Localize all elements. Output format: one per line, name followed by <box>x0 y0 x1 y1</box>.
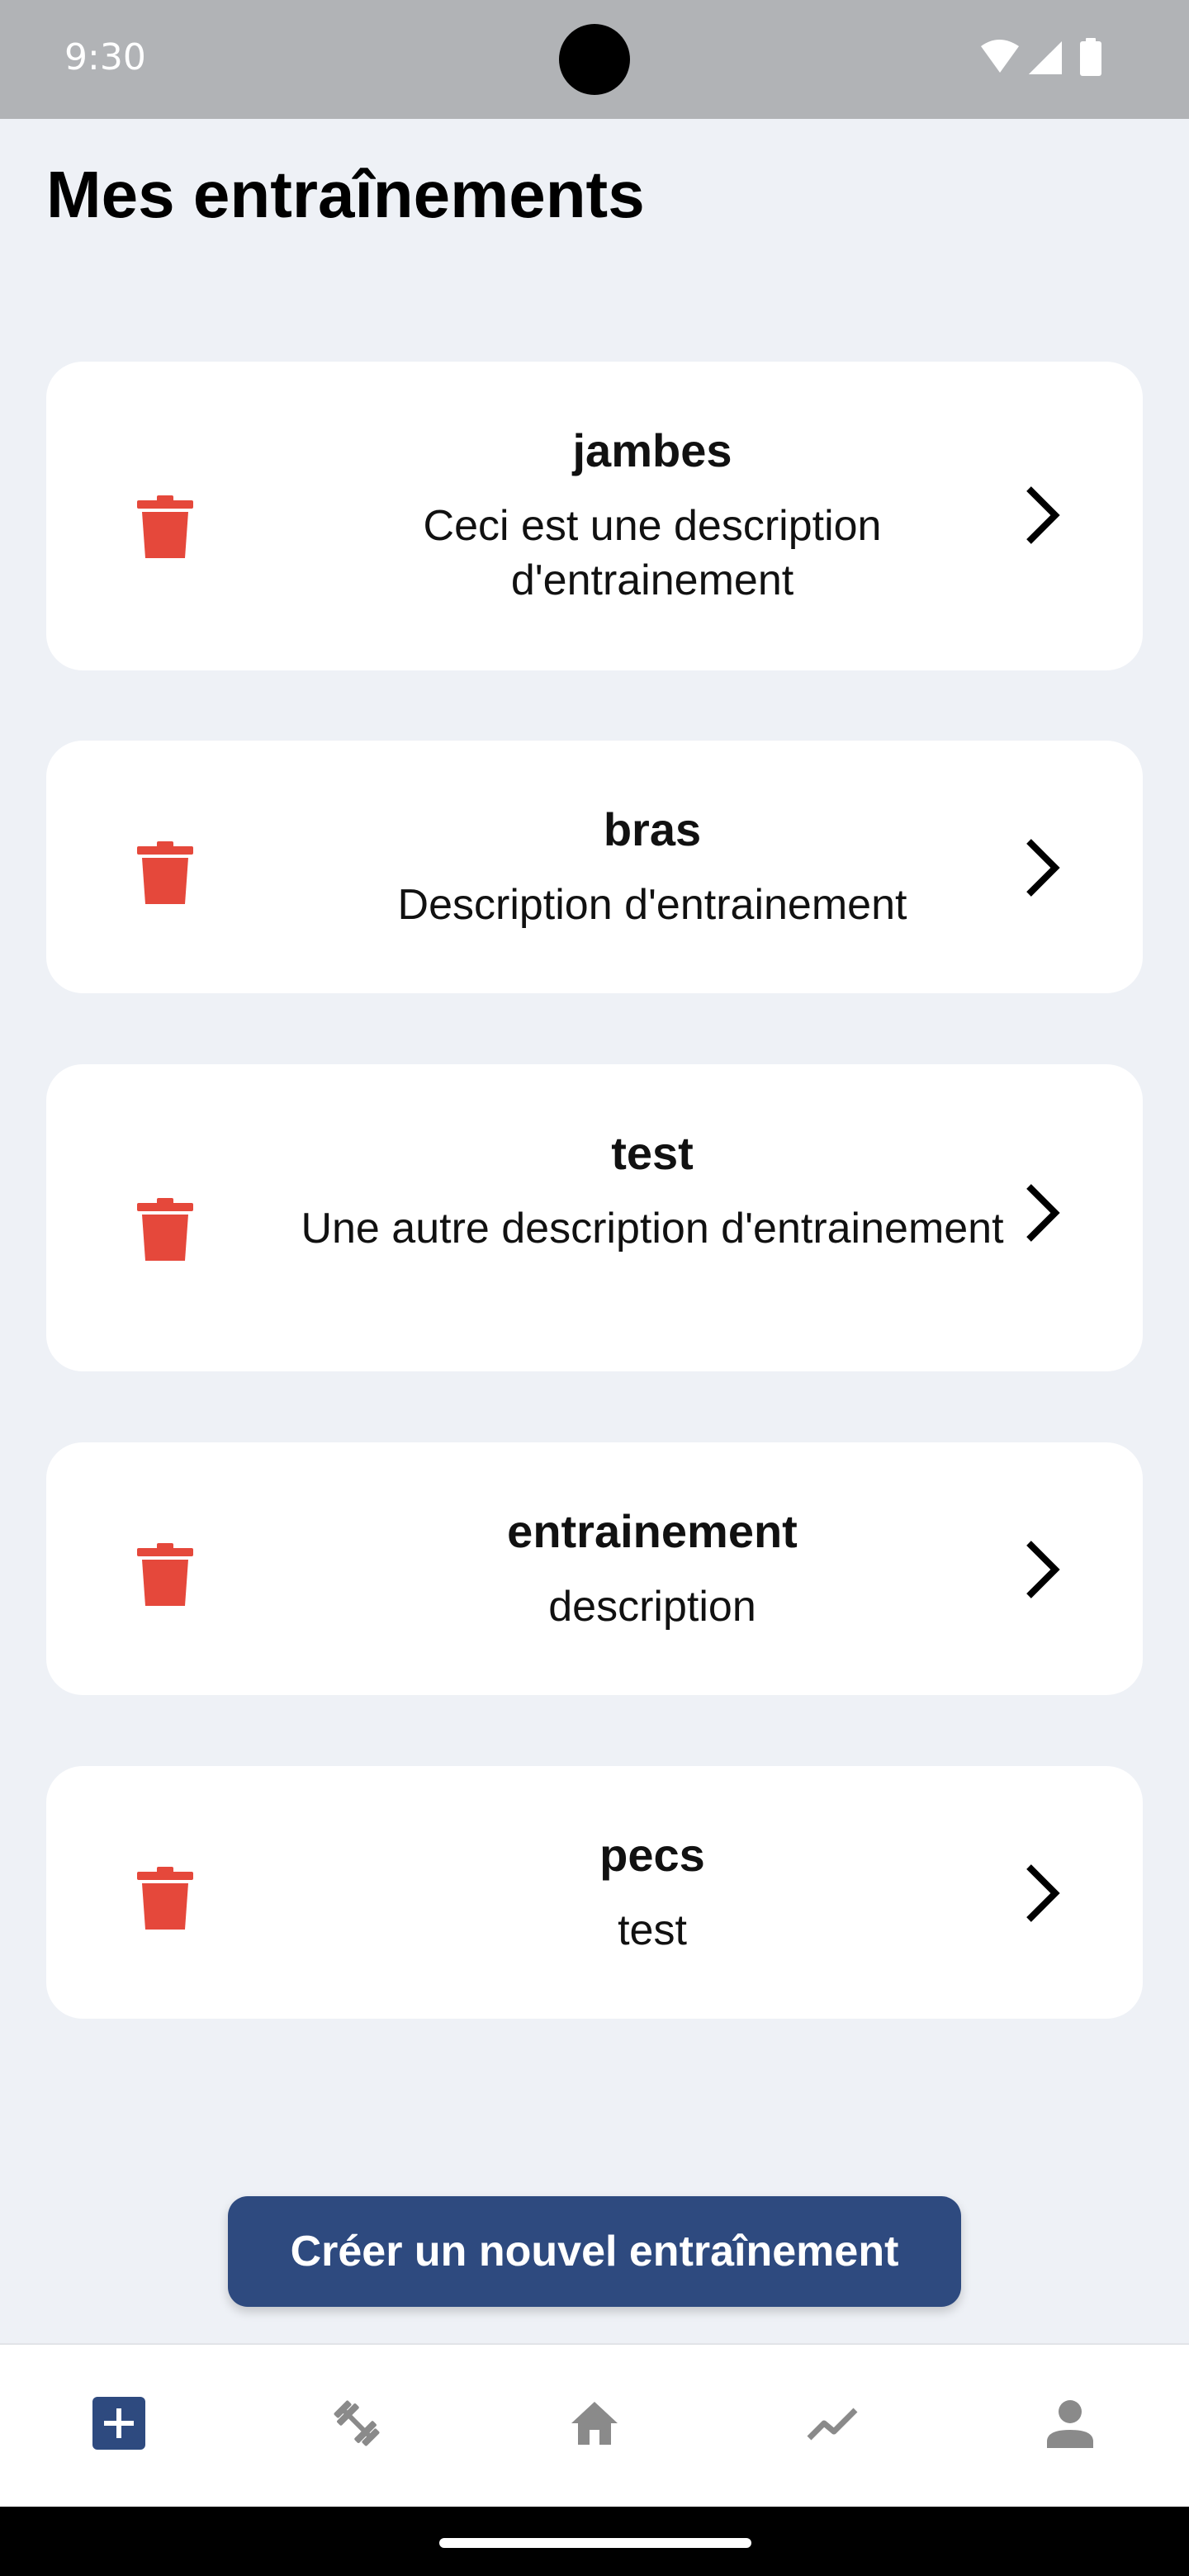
camera-cutout <box>559 24 630 95</box>
workout-description: Une autre description d'entrainement <box>301 1205 1004 1252</box>
workout-description: test <box>618 1906 687 1954</box>
trash-icon[interactable] <box>137 495 193 558</box>
workout-title: test <box>611 1127 694 1179</box>
nav-item-exercises[interactable] <box>238 2345 476 2508</box>
workout-card[interactable]: entrainement description <box>46 1442 1143 1695</box>
workout-text: bras Description d'entrainement <box>294 800 1011 932</box>
page-title: Mes entraînements <box>46 158 645 231</box>
status-icons <box>981 38 1101 76</box>
trash-icon[interactable] <box>137 841 193 904</box>
workout-title: entrainement <box>507 1505 798 1557</box>
create-workout-button[interactable]: Créer un nouvel entraînement <box>228 2196 961 2307</box>
chevron-right-icon[interactable] <box>1017 1537 1067 1603</box>
workout-card[interactable]: test Une autre description d'entrainemen… <box>46 1064 1143 1371</box>
nav-item-add-workout[interactable] <box>0 2345 238 2508</box>
battery-icon <box>1080 38 1101 76</box>
status-bar: 9:30 <box>0 0 1189 119</box>
workout-card[interactable]: bras Description d'entrainement <box>46 741 1143 993</box>
nav-item-home[interactable] <box>476 2345 713 2508</box>
screen: 9:30 Mes entraînements jambes Ceci est u… <box>0 0 1189 2576</box>
person-icon <box>1047 2400 1093 2448</box>
trending-up-icon <box>807 2408 858 2441</box>
status-time: 9:30 <box>64 36 146 78</box>
workout-text: pecs test <box>294 1825 1011 1958</box>
workout-description: Description d'entrainement <box>397 881 907 929</box>
home-icon <box>571 2402 618 2445</box>
workout-title: bras <box>603 803 702 855</box>
workout-text: entrainement description <box>294 1502 1011 1634</box>
gesture-handle[interactable] <box>439 2538 751 2548</box>
nav-item-profile[interactable] <box>951 2345 1189 2508</box>
trash-icon[interactable] <box>137 1543 193 1606</box>
chevron-right-icon[interactable] <box>1017 482 1067 548</box>
nav-item-progress[interactable] <box>713 2345 951 2508</box>
trash-icon[interactable] <box>137 1198 193 1261</box>
chevron-right-icon[interactable] <box>1017 835 1067 901</box>
workout-title: pecs <box>599 1829 705 1881</box>
gesture-bar <box>0 2507 1189 2576</box>
bottom-nav <box>0 2343 1189 2507</box>
workout-card[interactable]: jambes Ceci est une description d'entrai… <box>46 362 1143 670</box>
workout-card[interactable]: pecs test <box>46 1766 1143 2019</box>
chevron-right-icon[interactable] <box>1017 1860 1067 1926</box>
chevron-right-icon[interactable] <box>1017 1180 1067 1246</box>
workout-title: jambes <box>572 424 732 476</box>
workout-text: test Une autre description d'entrainemen… <box>294 1124 1011 1256</box>
signal-icon <box>1029 41 1062 74</box>
dumbbell-icon <box>334 2400 380 2446</box>
add-box-icon <box>92 2397 145 2450</box>
workout-description: description <box>548 1583 756 1631</box>
workout-text: jambes Ceci est une description d'entrai… <box>294 421 1011 608</box>
wifi-icon <box>981 40 1019 73</box>
trash-icon[interactable] <box>137 1867 193 1930</box>
workout-description: Ceci est une description d'entrainement <box>423 502 882 604</box>
